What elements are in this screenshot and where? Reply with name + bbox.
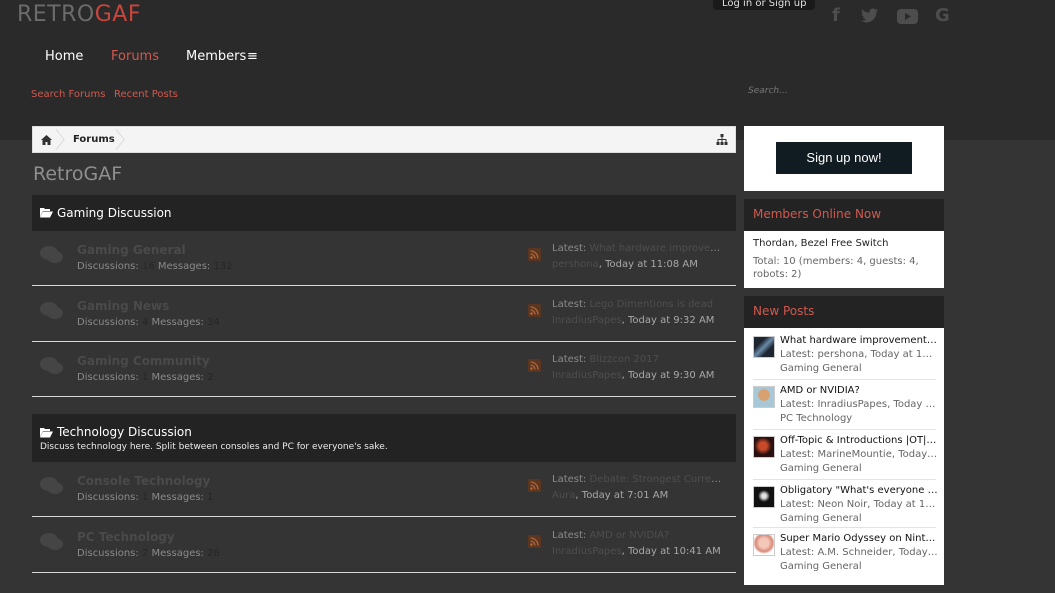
- avatar[interactable]: [753, 534, 775, 556]
- new-post-item[interactable]: What hardware improvements w... Latest: …: [744, 330, 944, 380]
- forum-stats: Discussions: 1 Messages: 2: [77, 372, 214, 383]
- new-post-item[interactable]: AMD or NVIDIA? Latest: InradiusPapes, To…: [744, 380, 944, 430]
- sitemap-icon[interactable]: [716, 134, 728, 145]
- rss-icon[interactable]: [528, 479, 541, 492]
- new-post-title[interactable]: Super Mario Odyssey on Nintend...: [780, 533, 938, 544]
- chat-bubbles-icon: [40, 532, 64, 557]
- avatar[interactable]: [753, 486, 775, 508]
- page-title: RetroGAF: [33, 163, 123, 185]
- new-post-forum[interactable]: Gaming General: [780, 561, 862, 572]
- youtube-icon[interactable]: [897, 9, 918, 24]
- forum-title[interactable]: PC Technology: [77, 530, 175, 544]
- forum-stats: Discussions: 1 Messages: 1: [77, 492, 214, 503]
- forum-row: Gaming Community Discussions: 1 Messages…: [32, 342, 736, 397]
- new-post-forum[interactable]: Gaming General: [780, 363, 862, 374]
- rss-icon[interactable]: [528, 304, 541, 317]
- new-post-title[interactable]: Off-Topic & Introductions |OT| T...: [780, 435, 938, 446]
- latest-post-meta: InradiusPapes, Today at 9:30 AM: [552, 370, 715, 381]
- rss-icon[interactable]: [528, 248, 541, 261]
- login-signup-link[interactable]: Log in or Sign up: [713, 0, 816, 10]
- forum-title[interactable]: Gaming General: [77, 243, 186, 257]
- forum-stats: Discussions: 16 Messages: 132: [77, 261, 233, 272]
- forum-title[interactable]: Gaming News: [77, 299, 169, 313]
- new-post-latest: Latest: Neon Noir, Today at 10:14...: [780, 499, 938, 510]
- site-logo[interactable]: RETROGAF: [17, 2, 141, 27]
- subnav-search-forums[interactable]: Search Forums: [31, 89, 105, 100]
- latest-post-title[interactable]: Latest: Blizzcon 2017: [552, 354, 722, 365]
- folder-open-icon: [40, 428, 53, 438]
- home-icon[interactable]: [41, 135, 52, 145]
- new-post-title[interactable]: What hardware improvements w...: [780, 335, 938, 346]
- new-post-forum[interactable]: Gaming General: [780, 513, 862, 524]
- category-title[interactable]: Technology Discussion: [57, 425, 192, 439]
- avatar[interactable]: [753, 386, 775, 408]
- members-menu-icon[interactable]: ≡: [247, 49, 258, 64]
- nav-members[interactable]: Members: [186, 49, 246, 64]
- category-gaming-discussion[interactable]: Gaming Discussion: [32, 195, 736, 231]
- forum-stats: Discussions: 2 Messages: 28: [77, 548, 220, 559]
- latest-post-meta: Aura, Today at 7:01 AM: [552, 490, 669, 501]
- forum-stats: Discussions: 4 Messages: 34: [77, 317, 220, 328]
- new-post-latest: Latest: MarineMountie, Today at ...: [780, 449, 938, 460]
- forum-row: Gaming General Discussions: 16 Messages:…: [32, 231, 736, 286]
- rss-icon[interactable]: [528, 359, 541, 372]
- chat-bubbles-icon: [40, 301, 64, 326]
- forum-row: Console Technology Discussions: 1 Messag…: [32, 462, 736, 517]
- new-post-forum[interactable]: Gaming General: [780, 463, 862, 474]
- category-technology-discussion[interactable]: Technology Discussion Discuss technology…: [32, 414, 736, 462]
- new-post-item[interactable]: Obligatory "What's everyone curr... Late…: [744, 480, 944, 530]
- signup-button[interactable]: Sign up now!: [776, 142, 912, 174]
- google-icon[interactable]: G: [935, 5, 950, 26]
- breadcrumb-forums[interactable]: Forums: [73, 134, 115, 145]
- category-title[interactable]: Gaming Discussion: [57, 206, 172, 220]
- chat-bubbles-icon: [40, 476, 64, 501]
- latest-post-meta: pershona, Today at 11:08 AM: [552, 259, 698, 270]
- chat-bubbles-icon: [40, 245, 64, 270]
- forum-title[interactable]: Gaming Community: [77, 354, 210, 368]
- new-post-forum[interactable]: PC Technology: [780, 413, 852, 424]
- latest-post-title[interactable]: Latest: Debate: Strongest Current C...: [552, 474, 722, 485]
- new-post-latest: Latest: InradiusPapes, Today at 1...: [780, 399, 938, 410]
- forum-title[interactable]: Console Technology: [77, 474, 210, 488]
- chat-bubbles-icon: [40, 356, 64, 381]
- breadcrumb-separator-icon: [55, 128, 65, 151]
- latest-post-meta: InradiusPapes, Today at 10:41 AM: [552, 546, 721, 557]
- latest-post-title[interactable]: Latest: Lego Dimentions is dead: [552, 299, 722, 310]
- breadcrumb: Forums: [32, 126, 736, 153]
- nav-forums[interactable]: Forums: [111, 49, 159, 64]
- online-member-names[interactable]: Thordan, Bezel Free Switch: [753, 238, 889, 249]
- rss-icon[interactable]: [528, 535, 541, 548]
- new-post-title[interactable]: AMD or NVIDIA?: [780, 385, 938, 396]
- new-post-item[interactable]: Off-Topic & Introductions |OT| T... Late…: [744, 430, 944, 480]
- facebook-icon[interactable]: f: [832, 5, 840, 26]
- latest-post-title[interactable]: Latest: What hardware improveme...: [552, 243, 722, 254]
- new-posts-header: New Posts: [744, 296, 944, 328]
- members-online-header: Members Online Now: [744, 199, 944, 231]
- online-total: Total: 10 (members: 4, guests: 4, robots…: [753, 256, 919, 280]
- avatar[interactable]: [753, 436, 775, 458]
- avatar[interactable]: [753, 336, 775, 358]
- new-post-latest: Latest: A.M. Schneider, Today at ...: [780, 547, 938, 558]
- forum-row: PC Technology Discussions: 2 Messages: 2…: [32, 518, 736, 573]
- latest-post-title[interactable]: Latest: AMD or NVIDIA?: [552, 530, 722, 541]
- twitter-icon[interactable]: [861, 8, 879, 23]
- new-post-latest: Latest: pershona, Today at 11:08 ...: [780, 349, 938, 360]
- nav-home[interactable]: Home: [45, 49, 83, 64]
- subnav-recent-posts[interactable]: Recent Posts: [114, 89, 178, 100]
- new-post-item[interactable]: Super Mario Odyssey on Nintend... Latest…: [744, 528, 944, 578]
- category-description: Discuss technology here. Split between c…: [40, 442, 388, 452]
- latest-post-meta: InradiusPapes, Today at 9:32 AM: [552, 315, 715, 326]
- breadcrumb-separator-icon: [115, 128, 125, 151]
- search-input[interactable]: Search...: [748, 86, 944, 100]
- new-post-title[interactable]: Obligatory "What's everyone curr...: [780, 485, 938, 496]
- forum-row: Gaming News Discussions: 4 Messages: 34 …: [32, 287, 736, 342]
- folder-open-icon: [40, 208, 53, 218]
